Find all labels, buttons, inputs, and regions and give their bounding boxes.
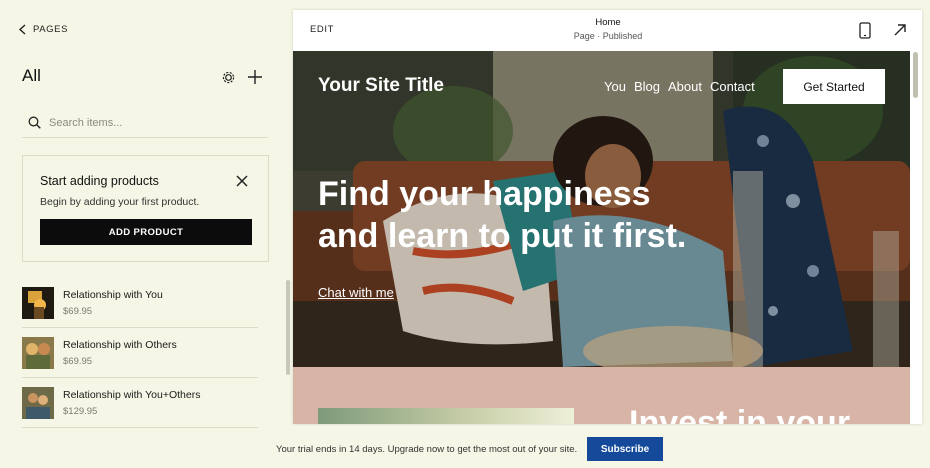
get-started-button[interactable]: Get Started (783, 69, 885, 104)
product-thumbnail (22, 386, 54, 419)
add-item-button[interactable] (246, 68, 264, 86)
chevron-left-icon (18, 24, 26, 35)
search-icon (28, 116, 41, 129)
subscribe-button[interactable]: Subscribe (587, 437, 663, 461)
second-section: Invest in your (293, 367, 910, 424)
start-products-card: Start adding products Begin by adding yo… (22, 155, 269, 262)
nav-you[interactable]: You (604, 79, 626, 94)
product-price: $129.95 (63, 405, 98, 417)
panel-scrollbar[interactable] (286, 280, 290, 375)
section-heading: Invest in your (629, 404, 851, 424)
list-item[interactable]: Relationship with You $69.95 (22, 278, 258, 328)
close-icon[interactable] (235, 174, 249, 188)
edit-button[interactable]: EDIT (310, 24, 334, 35)
settings-button[interactable] (219, 68, 237, 86)
chat-link[interactable]: Chat with me (318, 285, 394, 300)
list-item[interactable]: Relationship with Others $69.95 (22, 328, 258, 378)
hero-headline: Find your happiness and learn to put it … (318, 173, 878, 257)
headline-line-1: Find your happiness (318, 175, 651, 213)
back-to-pages-button[interactable]: PAGES (18, 24, 68, 35)
product-name: Relationship with Others (63, 338, 177, 351)
product-price: $69.95 (63, 305, 93, 317)
product-price: $69.95 (63, 355, 93, 367)
product-name: Relationship with You (63, 288, 163, 301)
page-status: Page · Published (573, 31, 643, 41)
preview-scrollbar[interactable] (913, 52, 918, 98)
site-preview: EDIT Home Page · Published Your Site Tit… (293, 10, 922, 424)
search-input[interactable] (49, 116, 249, 129)
trial-notice: Your trial ends in 14 days. Upgrade now … (276, 444, 578, 455)
search-bar (22, 108, 268, 138)
plus-icon (248, 70, 262, 84)
gear-icon (222, 71, 234, 83)
add-product-button[interactable]: ADD PRODUCT (40, 219, 252, 245)
back-label: PAGES (33, 24, 69, 35)
nav-blog[interactable]: Blog (634, 79, 660, 94)
section-image (318, 408, 574, 424)
nav-contact[interactable]: Contact (710, 79, 755, 94)
site-nav: You Blog About Contact (604, 79, 755, 94)
product-thumbnail (22, 286, 54, 319)
nav-about[interactable]: About (668, 79, 702, 94)
left-panel: PAGES All Start adding products Begin by… (0, 0, 290, 430)
promo-title: Start adding products (40, 174, 159, 188)
site-title[interactable]: Your Site Title (318, 75, 444, 97)
page-name: Home (595, 17, 621, 28)
open-external-icon[interactable] (893, 23, 907, 37)
promo-description: Begin by adding your first product. (40, 196, 200, 208)
product-thumbnail (22, 336, 54, 369)
page-info: Home Page · Published (543, 17, 673, 41)
panel-title: All (22, 66, 41, 85)
product-list: Relationship with You $69.95 Relationshi… (22, 278, 258, 428)
hero-section: Your Site Title You Blog About Contact G… (293, 51, 910, 367)
headline-line-2: and learn to put it first. (318, 217, 687, 255)
product-name: Relationship with You+Others (63, 388, 201, 401)
list-item[interactable]: Relationship with You+Others $129.95 (22, 378, 258, 428)
mobile-view-icon[interactable] (859, 22, 871, 39)
preview-header: EDIT Home Page · Published (293, 10, 922, 51)
